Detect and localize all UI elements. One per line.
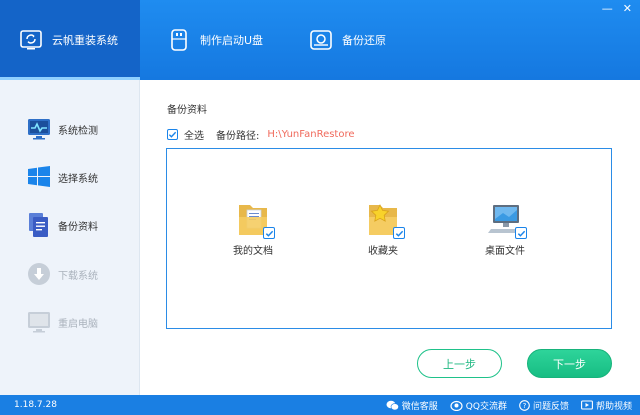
qq-icon xyxy=(450,400,463,411)
status-links: 微信客服 QQ交流群 ? 问题反馈 帮助视频 xyxy=(386,399,632,412)
desktop-computer-icon xyxy=(485,199,527,239)
feedback-link[interactable]: ? 问题反馈 xyxy=(519,399,569,412)
wechat-icon xyxy=(386,400,399,410)
link-label: 问题反馈 xyxy=(532,401,569,412)
qq-group-link[interactable]: QQ交流群 xyxy=(450,399,507,412)
sidebar-item-choose-system[interactable]: 选择系统 xyxy=(26,164,98,190)
help-video-link[interactable]: 帮助视频 xyxy=(581,399,632,412)
documents-icon xyxy=(26,212,52,238)
sidebar-item-label: 下载系统 xyxy=(58,270,98,282)
select-all-label[interactable]: 全选 xyxy=(184,127,204,142)
svg-text:?: ? xyxy=(523,402,527,410)
tab-label: 备份还原 xyxy=(342,34,386,47)
sidebar: 系统检测 选择系统 备份资料 下载系统 重启电脑 xyxy=(0,80,140,395)
tab-make-usb[interactable]: 制作启动U盘 xyxy=(160,0,300,80)
backup-path-value[interactable]: H:\YunFanRestore xyxy=(267,129,354,140)
sidebar-item-label: 重启电脑 xyxy=(58,318,98,330)
backup-item-label: 桌面文件 xyxy=(485,246,525,257)
download-icon xyxy=(26,261,52,287)
monitor-pulse-icon xyxy=(26,116,52,142)
usb-icon xyxy=(166,27,192,53)
sidebar-item-label: 选择系统 xyxy=(58,173,98,185)
sidebar-item-backup-data[interactable]: 备份资料 xyxy=(26,212,98,238)
tab-reinstall-system[interactable]: 云帆重装系统 xyxy=(0,0,140,80)
select-all-checkbox[interactable] xyxy=(167,129,178,140)
backup-item-my-documents[interactable]: 我的文档 xyxy=(233,199,275,257)
checkbox-checked-icon[interactable] xyxy=(515,227,527,239)
window-controls: — ✕ xyxy=(602,2,632,15)
link-label: 微信客服 xyxy=(401,401,438,412)
link-label: 帮助视频 xyxy=(595,401,632,412)
status-bar: 1.18.7.28 微信客服 QQ交流群 ? 问题反馈 帮助视频 xyxy=(0,395,640,415)
backup-path-row: 全选 备份路径: H:\YunFanRestore xyxy=(167,127,355,142)
windows-logo-icon xyxy=(26,164,52,190)
backup-item-label: 收藏夹 xyxy=(368,246,398,257)
backup-path-label: 备份路径: xyxy=(216,131,260,142)
backup-item-desktop-files[interactable]: 桌面文件 xyxy=(485,199,527,257)
backup-restore-icon xyxy=(308,27,334,53)
section-title: 备份资料 xyxy=(167,105,207,116)
feedback-icon: ? xyxy=(519,399,530,411)
checkbox-checked-icon[interactable] xyxy=(393,227,405,239)
sidebar-item-system-check[interactable]: 系统检测 xyxy=(26,116,98,142)
sidebar-item-label: 系统检测 xyxy=(58,125,98,137)
version-label: 1.18.7.28 xyxy=(14,400,57,410)
backup-items-panel: 我的文档 收藏夹 桌面文件 xyxy=(166,148,612,329)
next-step-button[interactable]: 下一步 xyxy=(527,349,612,378)
sidebar-item-download-system: 下载系统 xyxy=(26,261,98,287)
link-label: QQ交流群 xyxy=(465,401,507,412)
backup-item-favorites[interactable]: 收藏夹 xyxy=(363,199,405,257)
close-button[interactable]: ✕ xyxy=(623,2,632,15)
tab-backup-restore[interactable]: 备份还原 xyxy=(300,0,440,80)
sidebar-item-restart-computer: 重启电脑 xyxy=(26,309,98,335)
wechat-support-link[interactable]: 微信客服 xyxy=(386,399,438,412)
restart-computer-icon xyxy=(26,309,52,335)
tab-label: 制作启动U盘 xyxy=(200,34,264,47)
checkbox-checked-icon[interactable] xyxy=(263,227,275,239)
tab-label: 云帆重装系统 xyxy=(52,34,118,47)
header-bar: 云帆重装系统 制作启动U盘 备份还原 — ✕ xyxy=(0,0,640,80)
sidebar-item-label: 备份资料 xyxy=(58,221,98,233)
reinstall-icon xyxy=(18,27,44,53)
backup-item-label: 我的文档 xyxy=(233,246,273,257)
previous-step-button[interactable]: 上一步 xyxy=(417,349,502,378)
minimize-button[interactable]: — xyxy=(602,2,613,15)
help-video-icon xyxy=(581,399,593,410)
favorites-folder-icon xyxy=(363,199,405,239)
my-documents-folder-icon xyxy=(233,199,275,239)
